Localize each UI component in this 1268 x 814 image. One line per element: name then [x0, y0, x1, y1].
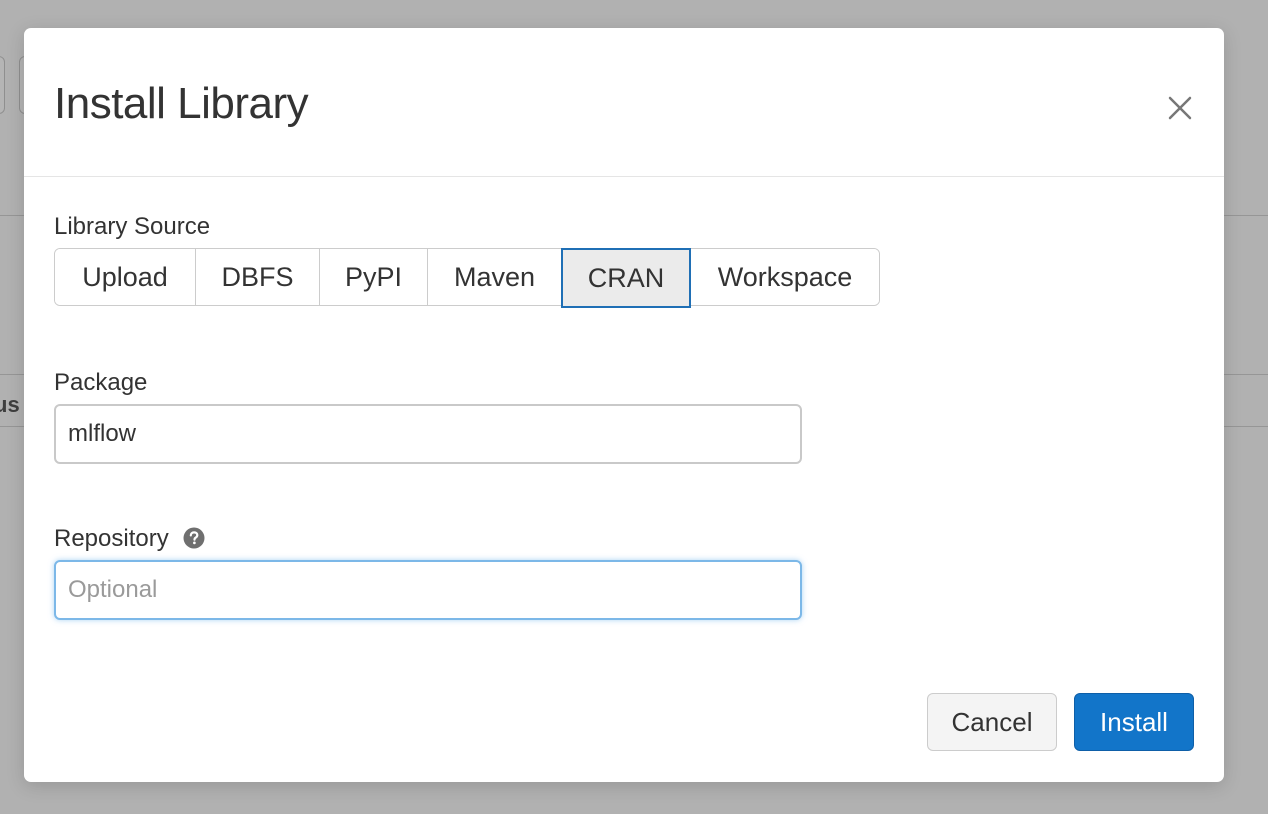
close-icon	[1168, 96, 1192, 120]
package-label: Package	[54, 369, 148, 396]
cancel-button[interactable]: Cancel	[927, 693, 1057, 751]
close-button[interactable]	[1163, 91, 1197, 125]
library-source-label: Library Source	[54, 213, 211, 240]
source-option-dbfs[interactable]: DBFS	[196, 249, 320, 305]
repository-label: Repository	[54, 525, 169, 552]
source-option-workspace[interactable]: Workspace	[691, 249, 879, 305]
background-column-header: us	[0, 392, 20, 417]
question-circle-icon[interactable]	[183, 527, 205, 549]
source-option-cran[interactable]: CRAN	[561, 248, 691, 308]
repository-label-row: Repository	[54, 524, 205, 554]
library-source-selector: Upload DBFS PyPI Maven CRAN Workspace	[54, 248, 880, 308]
install-library-dialog: Install Library Library Source Upload DB…	[24, 28, 1224, 782]
install-button[interactable]: Install	[1074, 693, 1194, 751]
source-option-pypi[interactable]: PyPI	[320, 249, 428, 305]
dialog-title: Install Library	[54, 79, 309, 128]
background-button	[0, 56, 5, 114]
package-input[interactable]	[54, 404, 802, 464]
repository-input[interactable]	[54, 560, 802, 620]
dialog-header: Install Library	[24, 28, 1224, 177]
source-option-upload[interactable]: Upload	[55, 249, 196, 305]
source-option-maven[interactable]: Maven	[428, 249, 562, 305]
